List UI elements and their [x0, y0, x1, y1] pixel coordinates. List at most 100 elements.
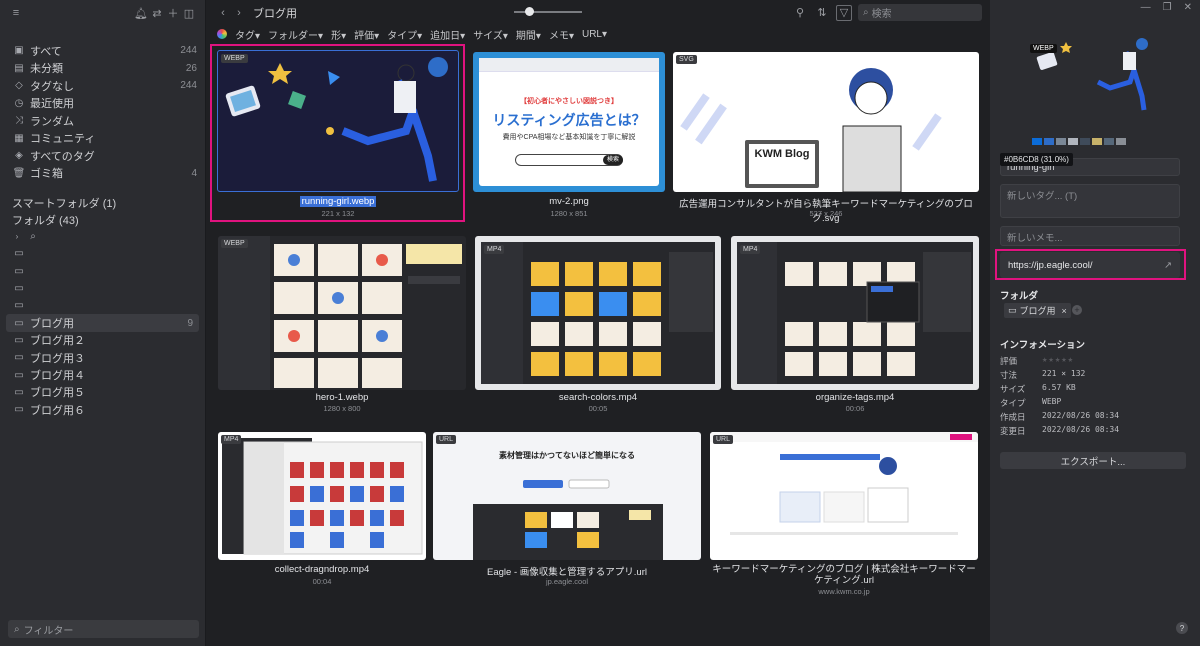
thumbnail[interactable]: 素材管理はかつてないほど簡単になる URL	[433, 432, 701, 560]
bell-icon[interactable]: 🔔︎	[133, 5, 149, 21]
memo-input[interactable]: 新しいメモ...	[1000, 226, 1180, 246]
color-swatch[interactable]	[1092, 138, 1102, 145]
sort-icon[interactable]: ⇅	[814, 5, 830, 21]
filter-memo[interactable]: メモ▾	[549, 27, 574, 42]
asset-name[interactable]: search-colors.mp4	[475, 392, 721, 403]
filter-date-added[interactable]: 追加日▾	[430, 27, 465, 42]
filter-folder[interactable]: フォルダー▾	[268, 27, 323, 42]
search-input[interactable]: ⌕ 検索	[858, 4, 982, 21]
asset-card-kwm-svg[interactable]: KWM Blog SVG 広告運用コンサルタントが自ら執筆キーワードマーケティン…	[673, 52, 979, 224]
asset-name[interactable]: running-girl.webp	[217, 196, 459, 207]
folder-item[interactable]: ▭	[0, 297, 205, 314]
thumbnail[interactable]: URL	[710, 432, 978, 560]
filter-icon[interactable]: ▽	[836, 4, 852, 21]
filter-shape[interactable]: 形▾	[331, 27, 346, 42]
layout-icon[interactable]: ◫	[181, 5, 197, 21]
asset-card-eagle-url[interactable]: 素材管理はかつてないほど簡単になる URL Eagle - 画像収集と管理するア…	[433, 432, 701, 592]
color-swatch[interactable]	[1080, 138, 1090, 145]
thumbnail[interactable]: MP4	[731, 236, 979, 390]
asset-card-running-girl[interactable]: WEBP running-girl.webp 221 x 132	[217, 50, 459, 220]
main-area: ‹ › ブログ用 ⚲ ⇅ ▽ ⌕ 検索 タグ▾ フォルダー▾ 形▾ 評価▾ タイ…	[207, 0, 990, 646]
export-button[interactable]: エクスポート...	[1000, 452, 1186, 469]
filter-url[interactable]: URL▾	[582, 29, 607, 40]
sidebar-filter-input[interactable]: ⌕ フィルター	[8, 620, 199, 638]
asset-name[interactable]: キーワードマーケティングのブログ | 株式会社キーワードマーケティング.url	[710, 564, 978, 586]
thumbnail[interactable]: 【初心者にやさしい図説つき】 リスティング広告とは？ 費用やCPA相場など基本知…	[473, 52, 665, 192]
external-link-icon[interactable]: ↗	[1164, 260, 1172, 271]
sidebar-item-all[interactable]: ▣ すべて 244	[0, 42, 205, 60]
add-folder-icon[interactable]: +	[1072, 305, 1082, 315]
pin-icon[interactable]: ⚲	[792, 5, 808, 21]
folder-item-blog5[interactable]: ▭ ブログ用５	[0, 384, 205, 401]
zoom-slider-handle[interactable]	[525, 7, 534, 16]
color-tooltip: #0B6CD8 (31.0%)	[1000, 153, 1073, 166]
smart-folders-header[interactable]: スマートフォルダ (1)	[0, 194, 205, 211]
filter-rating[interactable]: 評価▾	[354, 27, 379, 42]
folder-item-blog3[interactable]: ▭ ブログ用３	[0, 349, 205, 366]
asset-card-organize-tags[interactable]: MP4 organize-tags.mp4 00:06	[731, 236, 979, 416]
folder-chip[interactable]: ▭ ブログ用 ×	[1004, 303, 1071, 318]
url-field[interactable]: https://jp.eagle.cool/ ↗	[1000, 252, 1180, 278]
folder-item-blog6[interactable]: ▭ ブログ用６	[0, 401, 205, 418]
asset-card-hero[interactable]: WEBP hero-1.webp 1280 x 800	[218, 236, 466, 416]
thumbnail[interactable]: MP4	[475, 236, 721, 390]
asset-card-collect-dragndrop[interactable]: MP4 collect-dragndrop.mp4 00:04	[218, 432, 426, 592]
add-icon[interactable]: ＋	[165, 5, 181, 21]
folder-item[interactable]: ▭	[0, 280, 205, 297]
filter-type[interactable]: タイプ▾	[387, 27, 422, 42]
color-swatch[interactable]	[1044, 138, 1054, 145]
color-palette	[1032, 138, 1126, 145]
asset-preview[interactable]: WEBP	[1030, 34, 1158, 114]
menu-icon[interactable]: ≡	[8, 5, 24, 21]
color-swatch[interactable]	[1116, 138, 1126, 145]
color-swatch[interactable]	[1032, 138, 1042, 145]
close-icon[interactable]: ✕	[1184, 2, 1192, 14]
thumbnail[interactable]: KWM Blog SVG	[673, 52, 979, 192]
sidebar-item-untagged[interactable]: ◇ タグなし 244	[0, 77, 205, 95]
asset-name[interactable]: collect-dragndrop.mp4	[218, 564, 426, 575]
folders-header[interactable]: フォルダ (43)	[0, 211, 205, 228]
tag-input[interactable]: 新しいタグ... (T)	[1000, 184, 1180, 218]
asset-name[interactable]: hero-1.webp	[218, 392, 466, 403]
thumbnail[interactable]: WEBP	[217, 50, 459, 192]
forward-icon[interactable]: ›	[231, 5, 247, 21]
folder-item[interactable]: ▭	[0, 263, 205, 280]
folder-icon: ▭	[14, 369, 24, 381]
sidebar-item-recent[interactable]: ◷ 最近使用	[0, 95, 205, 113]
rating-stars[interactable]: ★★★★★	[1042, 355, 1074, 367]
sidebar-item-trash[interactable]: 🗑︎ ゴミ箱 4	[0, 165, 205, 183]
filter-size[interactable]: サイズ▾	[473, 27, 508, 42]
help-icon[interactable]: ?	[1176, 622, 1188, 634]
filter-tag[interactable]: タグ▾	[235, 27, 260, 42]
asset-card-kwm-url[interactable]: URL キーワードマーケティングのブログ | 株式会社キーワードマーケティング.…	[710, 432, 978, 600]
color-swatch[interactable]	[1068, 138, 1078, 145]
minimize-icon[interactable]: —	[1141, 2, 1151, 14]
folder-search[interactable]: › ⌕	[0, 228, 205, 245]
sidebar-item-all-tags[interactable]: ◈ すべてのタグ	[0, 147, 205, 165]
maximize-icon[interactable]: ❐	[1163, 2, 1172, 14]
color-filter-icon[interactable]	[217, 29, 227, 39]
asset-card-mv2[interactable]: 【初心者にやさしい図説つき】 リスティング広告とは？ 費用やCPA相場など基本知…	[473, 52, 665, 222]
remove-icon[interactable]: ×	[1062, 306, 1067, 316]
sidebar-item-community[interactable]: ▦ コミュニティ	[0, 130, 205, 148]
asset-name[interactable]: Eagle - 画像収集と管理するアプリ.url	[433, 564, 701, 578]
folder-item[interactable]: ▭	[0, 245, 205, 262]
folder-item-blog2[interactable]: ▭ ブログ用２	[0, 332, 205, 349]
asset-card-search-colors[interactable]: MP4 search-colors.mp4 00:05	[475, 236, 721, 416]
thumbnail[interactable]: MP4	[218, 432, 426, 560]
sidebar-item-random[interactable]: ⤨ ランダム	[0, 112, 205, 130]
info-created: 作成日 2022/08/26 08:34	[1000, 411, 1120, 422]
asset-name[interactable]: organize-tags.mp4	[731, 392, 979, 403]
back-icon[interactable]: ‹	[215, 5, 231, 21]
filter-duration[interactable]: 期間▾	[516, 27, 541, 42]
asset-name[interactable]: mv-2.png	[473, 196, 665, 207]
breadcrumb: ブログ用	[253, 8, 297, 20]
sidebar-item-unsorted[interactable]: ▤ 未分類 26	[0, 60, 205, 78]
kwm-illustration	[680, 68, 942, 192]
color-swatch[interactable]	[1104, 138, 1114, 145]
folder-item-blog[interactable]: ▭ ブログ用 9	[6, 314, 199, 332]
thumbnail[interactable]: WEBP	[218, 236, 466, 390]
folder-item-blog4[interactable]: ▭ ブログ用４	[0, 366, 205, 383]
color-swatch[interactable]	[1056, 138, 1066, 145]
sync-icon[interactable]: ⇄	[149, 5, 165, 21]
